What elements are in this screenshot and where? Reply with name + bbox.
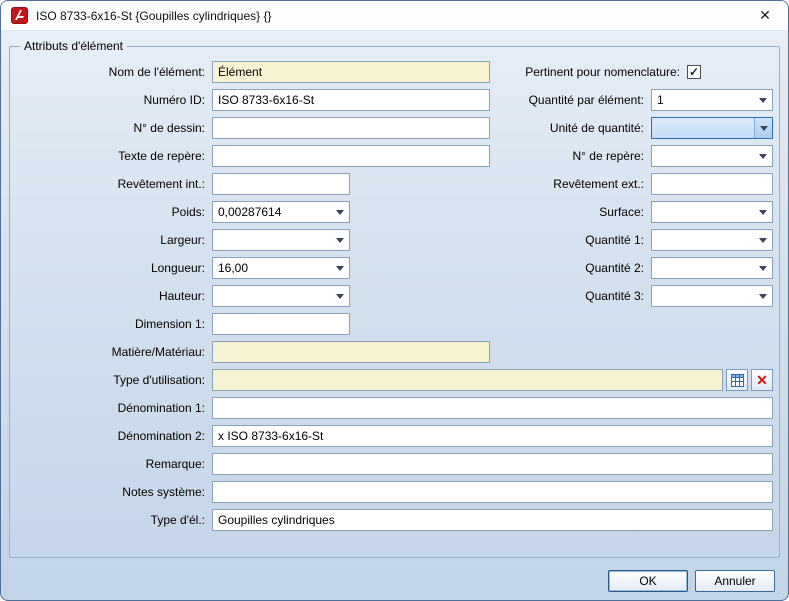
surface-combo[interactable] xyxy=(651,201,773,223)
texte-repere-label: Texte de repère: xyxy=(16,149,212,163)
nom-element-label: Nom de l'élément: xyxy=(16,65,212,79)
row-denomination-1: Dénomination 1: xyxy=(16,397,773,419)
row-type-el: Type d'él.: xyxy=(16,509,773,531)
denomination-2-input[interactable] xyxy=(212,425,773,447)
row-surface: Surface: xyxy=(501,201,773,223)
row-revetement-ext: Revêtement ext.: xyxy=(501,173,773,195)
longueur-combo[interactable]: 16,00 xyxy=(212,257,350,279)
no-dessin-label: N° de dessin: xyxy=(16,121,212,135)
browse-catalog-button[interactable] xyxy=(726,369,748,391)
ok-button[interactable]: OK xyxy=(608,570,688,592)
row-denomination-2: Dénomination 2: xyxy=(16,425,773,447)
dimension-1-input[interactable] xyxy=(212,313,350,335)
dialog-footer: OK Annuler xyxy=(608,570,775,592)
chevron-down-icon[interactable] xyxy=(331,230,349,250)
chevron-down-icon[interactable] xyxy=(754,202,772,222)
revetement-ext-input[interactable] xyxy=(651,173,773,195)
type-el-input[interactable] xyxy=(212,509,773,531)
right-column: Pertinent pour nomenclature: ✓ Quantité … xyxy=(501,61,773,313)
no-dessin-input[interactable] xyxy=(212,117,490,139)
poids-combo[interactable]: 0,00287614 xyxy=(212,201,350,223)
chevron-down-icon[interactable] xyxy=(331,202,349,222)
nomenclature-checkbox[interactable]: ✓ xyxy=(687,65,701,79)
row-quantite-3: Quantité 3: xyxy=(501,285,773,307)
row-type-utilisation: Type d'utilisation: xyxy=(16,369,773,391)
attributes-group: Attributs d'élément Nom de l'élément: Nu… xyxy=(9,39,780,558)
notes-systeme-input[interactable] xyxy=(212,481,773,503)
chevron-down-icon[interactable] xyxy=(754,118,772,138)
quantite-par-element-label: Quantité par élément: xyxy=(501,93,651,107)
chevron-down-icon[interactable] xyxy=(754,230,772,250)
notes-systeme-label: Notes système: xyxy=(16,485,212,499)
dialog-body: Attributs d'élément Nom de l'élément: Nu… xyxy=(1,31,788,600)
remarque-input[interactable] xyxy=(212,453,773,475)
surface-label: Surface: xyxy=(501,205,651,219)
numero-id-label: Numéro ID: xyxy=(16,93,212,107)
type-utilisation-label: Type d'utilisation: xyxy=(16,373,212,387)
form-columns: Nom de l'élément: Numéro ID: N° de dessi… xyxy=(16,61,773,531)
row-quantite-1: Quantité 1: xyxy=(501,229,773,251)
hauteur-label: Hauteur: xyxy=(16,289,212,303)
chevron-down-icon[interactable] xyxy=(754,146,772,166)
matiere-label: Matière/Matériau: xyxy=(16,345,212,359)
row-matiere: Matière/Matériau: xyxy=(16,341,773,363)
quantite-2-label: Quantité 2: xyxy=(501,261,651,275)
row-unite-quantite: Unité de quantité: xyxy=(501,117,773,139)
row-nomenclature: Pertinent pour nomenclature: ✓ xyxy=(501,61,773,83)
type-el-label: Type d'él.: xyxy=(16,513,212,527)
row-quantite-par-element: Quantité par élément: 1 xyxy=(501,89,773,111)
chevron-down-icon[interactable] xyxy=(754,258,772,278)
cancel-button[interactable]: Annuler xyxy=(695,570,775,592)
chevron-down-icon[interactable] xyxy=(754,90,772,110)
denomination-2-label: Dénomination 2: xyxy=(16,429,212,443)
no-repere-combo[interactable] xyxy=(651,145,773,167)
quantite-par-element-combo[interactable]: 1 xyxy=(651,89,773,111)
quantite-3-label: Quantité 3: xyxy=(501,289,651,303)
hauteur-combo[interactable] xyxy=(212,285,350,307)
revetement-int-label: Revêtement int.: xyxy=(16,177,212,191)
chevron-down-icon[interactable] xyxy=(331,286,349,306)
delete-icon: ✕ xyxy=(756,373,768,387)
check-icon: ✓ xyxy=(689,66,699,78)
quantite-3-combo[interactable] xyxy=(651,285,773,307)
texte-repere-input[interactable] xyxy=(212,145,490,167)
dimension-1-label: Dimension 1: xyxy=(16,317,212,331)
group-title: Attributs d'élément xyxy=(20,39,127,53)
element-attributes-dialog: ISO 8733-6x16-St {Goupilles cylindriques… xyxy=(0,0,789,601)
type-utilisation-input[interactable] xyxy=(212,369,723,391)
revetement-int-input[interactable] xyxy=(212,173,350,195)
window-title: ISO 8733-6x16-St {Goupilles cylindriques… xyxy=(36,9,740,23)
poids-label: Poids: xyxy=(16,205,212,219)
unite-quantite-label: Unité de quantité: xyxy=(501,121,651,135)
quantite-1-label: Quantité 1: xyxy=(501,233,651,247)
unite-quantite-combo[interactable] xyxy=(651,117,773,139)
largeur-combo[interactable] xyxy=(212,229,350,251)
no-repere-label: N° de repère: xyxy=(501,149,651,163)
titlebar: ISO 8733-6x16-St {Goupilles cylindriques… xyxy=(1,1,788,31)
nomenclature-label: Pertinent pour nomenclature: xyxy=(501,65,687,79)
chevron-down-icon[interactable] xyxy=(754,286,772,306)
row-remarque: Remarque: xyxy=(16,453,773,475)
revetement-ext-label: Revêtement ext.: xyxy=(501,177,651,191)
denomination-1-input[interactable] xyxy=(212,397,773,419)
longueur-label: Longueur: xyxy=(16,261,212,275)
clear-button[interactable]: ✕ xyxy=(751,369,773,391)
chevron-down-icon[interactable] xyxy=(331,258,349,278)
row-quantite-2: Quantité 2: xyxy=(501,257,773,279)
quantite-2-combo[interactable] xyxy=(651,257,773,279)
row-notes-systeme: Notes système: xyxy=(16,481,773,503)
denomination-1-label: Dénomination 1: xyxy=(16,401,212,415)
row-no-repere: N° de repère: xyxy=(501,145,773,167)
quantite-1-combo[interactable] xyxy=(651,229,773,251)
close-icon[interactable]: ✕ xyxy=(748,3,782,29)
nom-element-input[interactable] xyxy=(212,61,490,83)
numero-id-input[interactable] xyxy=(212,89,490,111)
table-icon xyxy=(731,374,744,387)
matiere-input[interactable] xyxy=(212,341,490,363)
row-dimension-1: Dimension 1: xyxy=(16,313,773,335)
app-icon xyxy=(11,7,28,24)
remarque-label: Remarque: xyxy=(16,457,212,471)
largeur-label: Largeur: xyxy=(16,233,212,247)
